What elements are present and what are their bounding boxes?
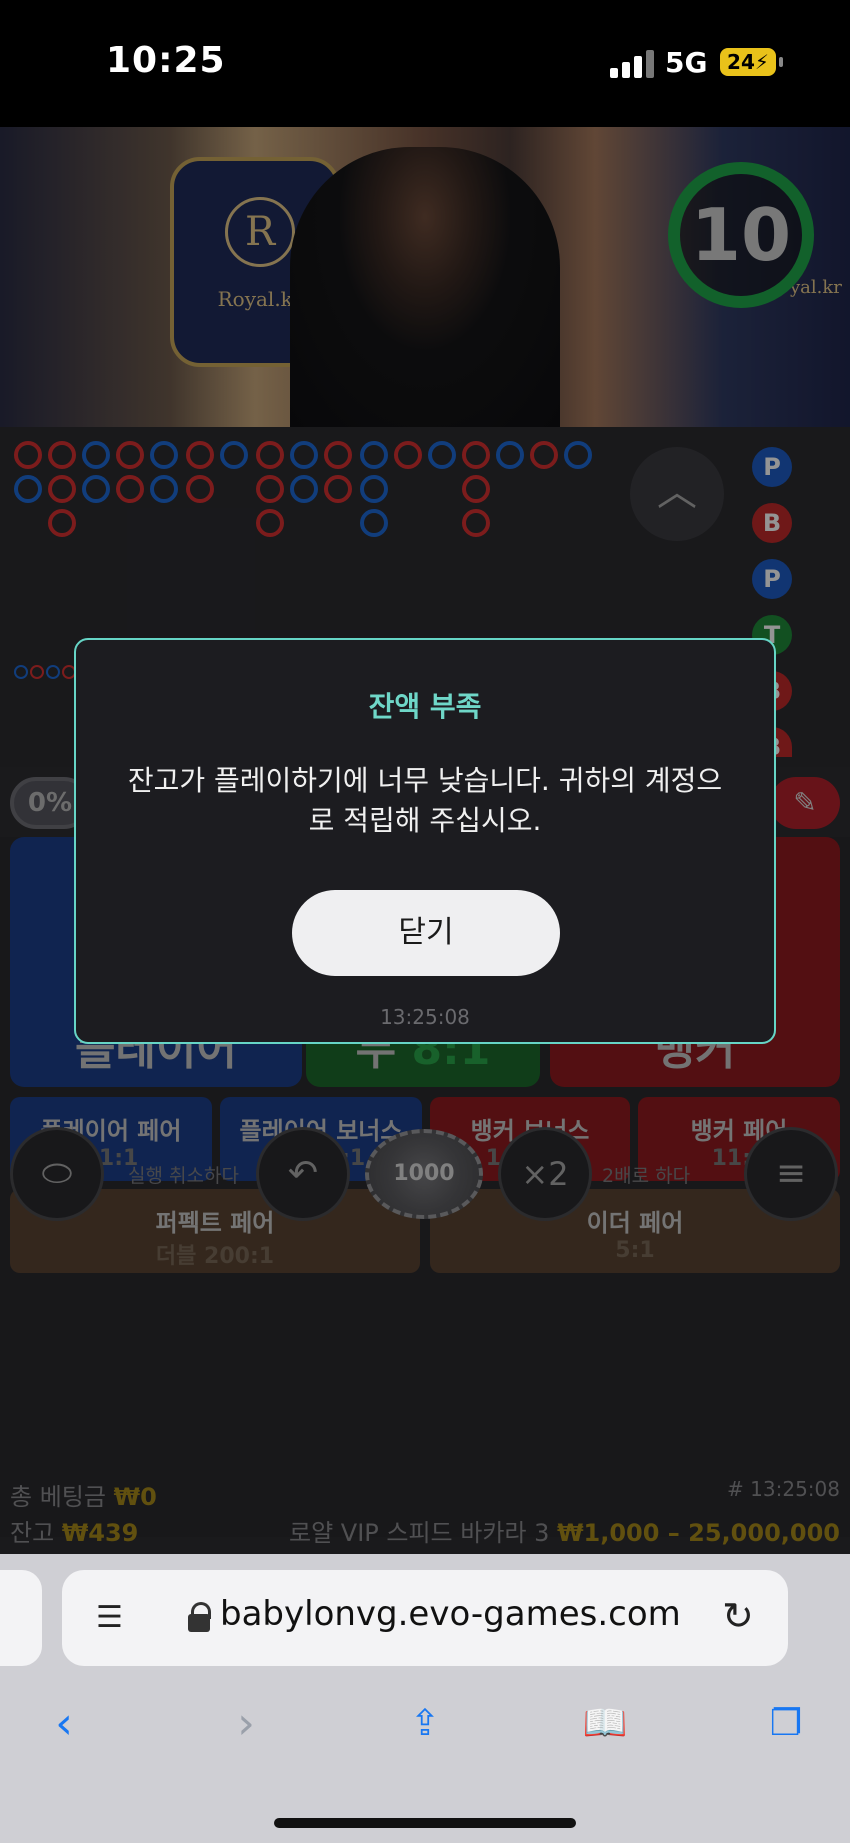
status-time: 10:25 (106, 40, 226, 81)
bookmarks-icon[interactable]: 📖 (575, 1694, 635, 1754)
status-bar: 10:25 5G 24⚡ (0, 0, 850, 127)
share-icon[interactable]: ⇪ (395, 1694, 455, 1754)
browser-toolbar: ☰ babylonvg.evo-games.com ↻ ‹ › ⇪ 📖 ❐ (0, 1554, 850, 1843)
reader-icon[interactable]: ☰ (96, 1600, 132, 1636)
reload-icon[interactable]: ↻ (722, 1594, 754, 1638)
dialog-message: 잔고가 플레이하기에 너무 낮습니다. 귀하의 계정으로 적립해 주십시오. (127, 764, 723, 837)
forward-icon[interactable]: › (216, 1694, 276, 1754)
close-button[interactable]: 닫기 (292, 890, 560, 976)
back-icon[interactable]: ‹ (34, 1694, 94, 1754)
signal-icon (610, 50, 658, 78)
battery-level: 24 (727, 50, 755, 74)
previous-tab-peek[interactable] (0, 1570, 42, 1666)
url-text[interactable]: babylonvg.evo-games.com (220, 1594, 681, 1634)
browser-nav: ‹ › ⇪ 📖 ❐ (0, 1694, 850, 1764)
home-indicator (274, 1818, 576, 1828)
network-label: 5G (665, 46, 708, 79)
dialog-title: 잔액 부족 (368, 690, 482, 723)
address-bar[interactable]: ☰ babylonvg.evo-games.com ↻ (62, 1570, 788, 1666)
lock-icon (188, 1600, 211, 1636)
battery-icon: 24⚡ (720, 48, 783, 76)
tabs-icon[interactable]: ❐ (756, 1694, 816, 1754)
insufficient-balance-dialog: 잔액 부족 잔고가 플레이하기에 너무 낮습니다. 귀하의 계정으로 적립해 주… (74, 638, 776, 1044)
dialog-timestamp: 13:25:08 (380, 1005, 470, 1029)
